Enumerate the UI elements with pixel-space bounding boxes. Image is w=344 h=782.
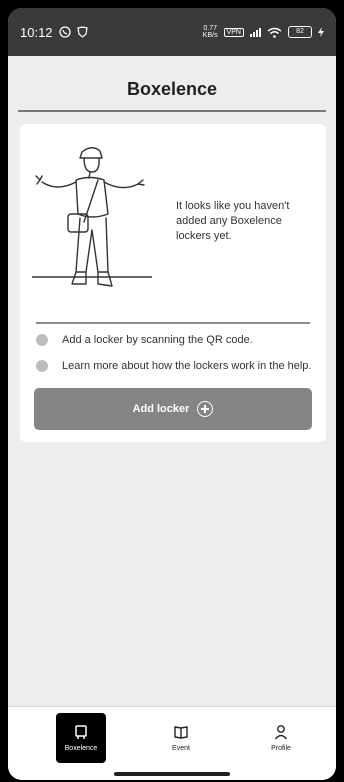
card-divider	[36, 322, 310, 324]
empty-state-message: It looks like you haven't added any Boxe…	[176, 200, 290, 242]
locker-icon	[75, 725, 87, 739]
clock: 10:12	[20, 24, 53, 40]
nav-tab-boxelence[interactable]: Boxelence	[56, 713, 106, 763]
nav-tab-profile[interactable]: Profile	[256, 713, 306, 763]
charging-icon	[318, 27, 324, 37]
shield-icon	[76, 26, 88, 38]
add-circle-icon	[197, 401, 214, 417]
bullet-icon	[36, 360, 48, 372]
bottom-navigation: Boxelence Event Profile	[8, 706, 336, 780]
tip-item: Learn more about how the lockers work in…	[36, 360, 311, 372]
app-screen: 10:12 0.77 KB/s VPN 82 Boxelence It look…	[8, 8, 336, 780]
app-header: Boxelence	[8, 56, 336, 110]
person-icon	[274, 725, 288, 740]
empty-state-card: It looks like you haven't added any Boxe…	[20, 124, 326, 442]
page-title: Boxelence	[126, 79, 218, 99]
book-icon	[174, 726, 188, 739]
vpn-badge: VPN	[223, 27, 244, 37]
nav-tab-event[interactable]: Event	[156, 713, 206, 763]
wifi-icon	[267, 27, 282, 38]
whatsapp-icon	[58, 26, 71, 38]
network-speed: 0.77 KB/s	[202, 25, 218, 39]
battery-icon: 82	[288, 26, 312, 38]
tip-item: Add a locker by scanning the QR code.	[36, 334, 253, 346]
header-divider	[18, 110, 326, 112]
home-indicator[interactable]	[114, 772, 230, 776]
add-locker-button[interactable]: Add locker	[34, 388, 312, 430]
bullet-icon	[36, 334, 48, 346]
shrugging-person-illustration	[32, 147, 152, 287]
signal-icon	[250, 27, 261, 37]
status-bar: 10:12 0.77 KB/s VPN 82	[8, 8, 336, 56]
